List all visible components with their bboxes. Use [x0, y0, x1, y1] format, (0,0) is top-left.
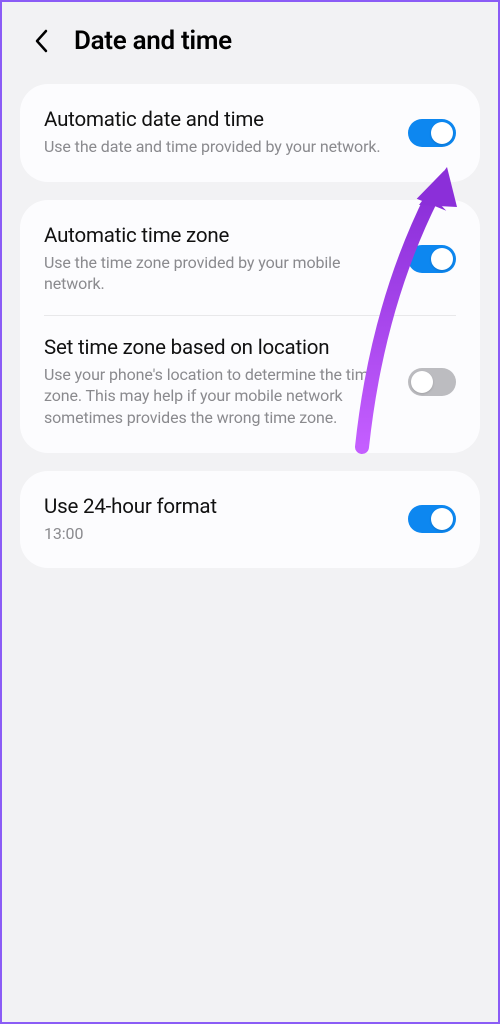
setting-text: Set time zone based on location Use your…	[44, 336, 392, 429]
page-title: Date and time	[74, 26, 232, 56]
toggle-location-timezone[interactable]	[408, 368, 456, 396]
setting-title: Automatic date and time	[44, 108, 392, 132]
toggle-auto-timezone[interactable]	[408, 245, 456, 273]
setting-desc: 13:00	[44, 523, 392, 545]
setting-desc: Use your phone's location to determine t…	[44, 364, 392, 429]
toggle-knob	[431, 122, 453, 144]
setting-text: Use 24-hour format 13:00	[44, 495, 392, 545]
toggle-auto-datetime[interactable]	[408, 119, 456, 147]
toggle-knob	[411, 371, 433, 393]
back-icon[interactable]	[30, 29, 54, 53]
setting-title: Set time zone based on location	[44, 336, 392, 360]
toggle-knob	[431, 508, 453, 530]
row-auto-timezone[interactable]: Automatic time zone Use the time zone pr…	[20, 204, 480, 315]
row-24hour[interactable]: Use 24-hour format 13:00	[20, 475, 480, 565]
card-timezone: Automatic time zone Use the time zone pr…	[20, 200, 480, 453]
setting-desc: Use the time zone provided by your mobil…	[44, 252, 392, 295]
setting-desc: Use the date and time provided by your n…	[44, 136, 392, 158]
card-24hour: Use 24-hour format 13:00	[20, 471, 480, 569]
setting-title: Use 24-hour format	[44, 495, 392, 519]
row-location-timezone[interactable]: Set time zone based on location Use your…	[20, 316, 480, 449]
toggle-knob	[431, 248, 453, 270]
row-auto-datetime[interactable]: Automatic date and time Use the date and…	[20, 88, 480, 178]
setting-text: Automatic date and time Use the date and…	[44, 108, 392, 158]
card-auto-datetime: Automatic date and time Use the date and…	[20, 84, 480, 182]
toggle-24hour[interactable]	[408, 505, 456, 533]
setting-title: Automatic time zone	[44, 224, 392, 248]
header: Date and time	[2, 2, 498, 84]
setting-text: Automatic time zone Use the time zone pr…	[44, 224, 392, 295]
